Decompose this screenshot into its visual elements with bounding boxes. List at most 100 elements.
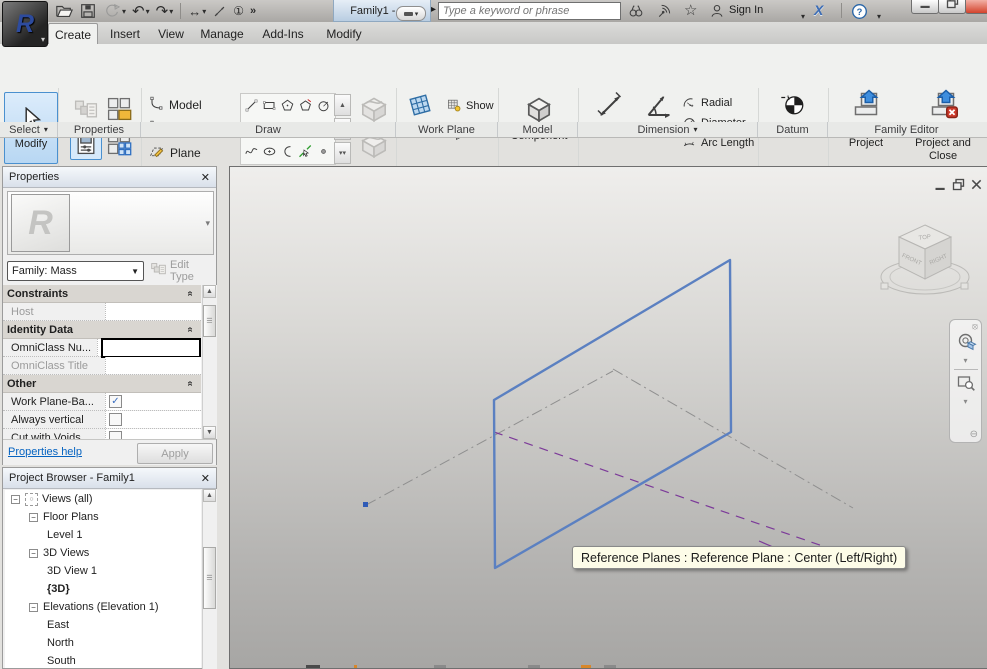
checkbox[interactable] [109, 431, 122, 439]
draw-tool-circle[interactable] [314, 94, 332, 117]
reference-plane-endpoint[interactable] [363, 502, 368, 507]
model-line-button[interactable]: Model [148, 94, 236, 116]
steering-wheel-icon[interactable] [955, 332, 977, 355]
sync-icon[interactable]: ▾ [101, 1, 128, 21]
tab-modify[interactable]: Modify [318, 23, 370, 44]
viewcube-rotate-handle[interactable] [961, 283, 968, 289]
draw-tool-ellipse[interactable] [260, 140, 278, 163]
checkbox[interactable]: ✓ [109, 395, 122, 408]
tab-insert[interactable]: Insert [103, 23, 147, 44]
property-group-identitydata[interactable]: Identity Data« [3, 321, 201, 339]
checkbox[interactable] [109, 413, 122, 426]
browser-item-south[interactable]: South [5, 652, 201, 668]
tree-expander-icon[interactable]: − [29, 603, 38, 612]
tag-icon[interactable]: ① [231, 1, 246, 21]
property-group-other[interactable]: Other« [3, 375, 201, 393]
browser-item-3dviews[interactable]: −3D Views [5, 544, 201, 562]
draw-tool-rectangle[interactable] [260, 94, 278, 117]
browser-item-east[interactable]: East [5, 616, 201, 634]
apply-button[interactable]: Apply [137, 443, 213, 464]
navbar-close-icon[interactable]: ⦻ [972, 321, 978, 332]
selected-reference-plane[interactable] [494, 260, 731, 568]
browser-item-viewsall[interactable]: −○Views (all) [5, 490, 201, 508]
edit-type-button[interactable]: Edit Type [150, 259, 214, 283]
tab-manage[interactable]: Manage [196, 23, 248, 44]
reference-plane-line-right[interactable] [613, 369, 853, 508]
omniclass-number-input[interactable] [101, 338, 201, 358]
window-minimize-button[interactable] [911, 0, 939, 14]
type-selector[interactable]: Family: Mass ▼ [7, 261, 144, 281]
reference-plane-button[interactable]: Plane [148, 142, 236, 164]
tree-expander-icon[interactable]: − [29, 513, 38, 522]
properties-scrollbar[interactable]: ▲ ☰ ▼ [202, 285, 217, 439]
draw-tool-partial-ellipse[interactable] [278, 140, 296, 163]
tab-create[interactable]: Create [48, 23, 98, 45]
viewcube[interactable]: TOP FRONT RIGHT [873, 211, 977, 319]
zoom-tool-icon[interactable] [956, 373, 976, 396]
draw-tool-circumscribed-polygon[interactable] [296, 94, 314, 117]
draw-tool-point[interactable] [314, 140, 332, 163]
navigation-bar[interactable]: ⦻ ▾ ▾ ⊖ [949, 319, 982, 443]
tab-addins[interactable]: Add-Ins [254, 23, 312, 44]
properties-close-icon[interactable]: ✕ [201, 171, 210, 184]
tree-expander-icon[interactable]: − [11, 495, 20, 504]
view-restore-icon[interactable] [951, 177, 966, 195]
draw-tool-inscribed-polygon[interactable] [278, 94, 296, 117]
sign-in-button[interactable]: Sign In [729, 4, 763, 16]
show-work-plane-button[interactable]: Show [446, 96, 494, 116]
search-input[interactable] [439, 3, 620, 19]
browser-item-elevationselevation1[interactable]: −Elevations (Elevation 1) [5, 598, 201, 616]
properties-palette-titlebar[interactable]: Properties ✕ [3, 167, 216, 188]
browser-item-3dview1[interactable]: 3D View 1 [5, 562, 201, 580]
project-browser-close-icon[interactable]: ✕ [201, 472, 210, 485]
aligned-dimension-icon[interactable] [210, 1, 229, 21]
property-group-constraints[interactable]: Constraints« [3, 285, 201, 303]
measure-icon[interactable]: ↔▾ [186, 1, 208, 21]
browser-item-3d[interactable]: {3D} [5, 580, 201, 598]
ribbon-minimize-toggle[interactable]: ▾ [396, 6, 426, 21]
open-file-icon[interactable] [53, 1, 75, 21]
dim-radial-button[interactable]: Radial [682, 93, 754, 113]
sign-in-person-icon[interactable] [709, 1, 725, 21]
help-search-box[interactable] [438, 2, 621, 20]
help-icon[interactable]: ? [851, 1, 868, 21]
communication-center-icon[interactable] [656, 1, 672, 21]
favorites-star-icon[interactable]: ☆ [684, 0, 697, 20]
browser-item-north[interactable]: North [5, 634, 201, 652]
drawing-area-3d-view[interactable]: TOP FRONT RIGHT ⦻ ▾ ▾ ⊖ Reference Planes… [229, 166, 987, 669]
window-restore-button[interactable] [938, 0, 966, 14]
load-into-project-button[interactable]: Load into Project [833, 89, 899, 150]
undo-icon[interactable]: ↶▾ [130, 1, 152, 21]
qat-overflow-icon[interactable]: » [248, 1, 258, 21]
view-close-icon[interactable] [969, 177, 984, 195]
dimension-panel-label[interactable]: Dimension ▾ [578, 122, 758, 137]
viewcube-rotate-handle[interactable] [881, 283, 888, 289]
project-browser-scrollbar[interactable]: ▲ ☰ [202, 489, 217, 669]
draw-grid-scroll-up[interactable]: ▲ [334, 94, 351, 116]
tab-view[interactable]: View [152, 23, 190, 44]
draw-tool-pick-lines[interactable] [296, 140, 314, 163]
properties-help-link[interactable]: Properties help [8, 446, 82, 458]
exchange-apps-icon[interactable]: X [814, 2, 823, 18]
select-panel-label[interactable]: Select ▾ [0, 122, 58, 137]
browser-item-floorplans[interactable]: −Floor Plans [5, 508, 201, 526]
document-scroll-arrow-icon[interactable]: ▸ [431, 4, 436, 15]
draw-tool-spline-points[interactable] [242, 140, 260, 163]
search-icon[interactable] [628, 1, 644, 21]
save-icon[interactable] [77, 1, 99, 21]
tree-expander-icon[interactable]: − [29, 549, 38, 558]
reference-plane-line-left[interactable] [366, 371, 613, 505]
project-browser-titlebar[interactable]: Project Browser - Family1 ✕ [3, 468, 216, 489]
type-preview-box[interactable]: R ▾ [7, 191, 214, 255]
view-minimize-icon[interactable] [933, 177, 948, 195]
browser-item-level1[interactable]: Level 1 [5, 526, 201, 544]
window-close-button[interactable] [965, 0, 987, 14]
preview-dropdown-arrow-icon[interactable]: ▾ [205, 218, 210, 229]
draw-tool-line[interactable] [242, 94, 260, 117]
zoom-menu-arrow-icon[interactable]: ▾ [963, 397, 967, 406]
draw-grid-expand[interactable]: ▾▾ [334, 142, 351, 164]
redo-icon[interactable]: ↷▾ [154, 1, 176, 21]
application-menu-button[interactable]: R ▾ [2, 1, 48, 47]
steering-wheel-menu-arrow-icon[interactable]: ▾ [963, 356, 967, 365]
navbar-collapse-icon[interactable]: ⊖ [970, 429, 978, 440]
